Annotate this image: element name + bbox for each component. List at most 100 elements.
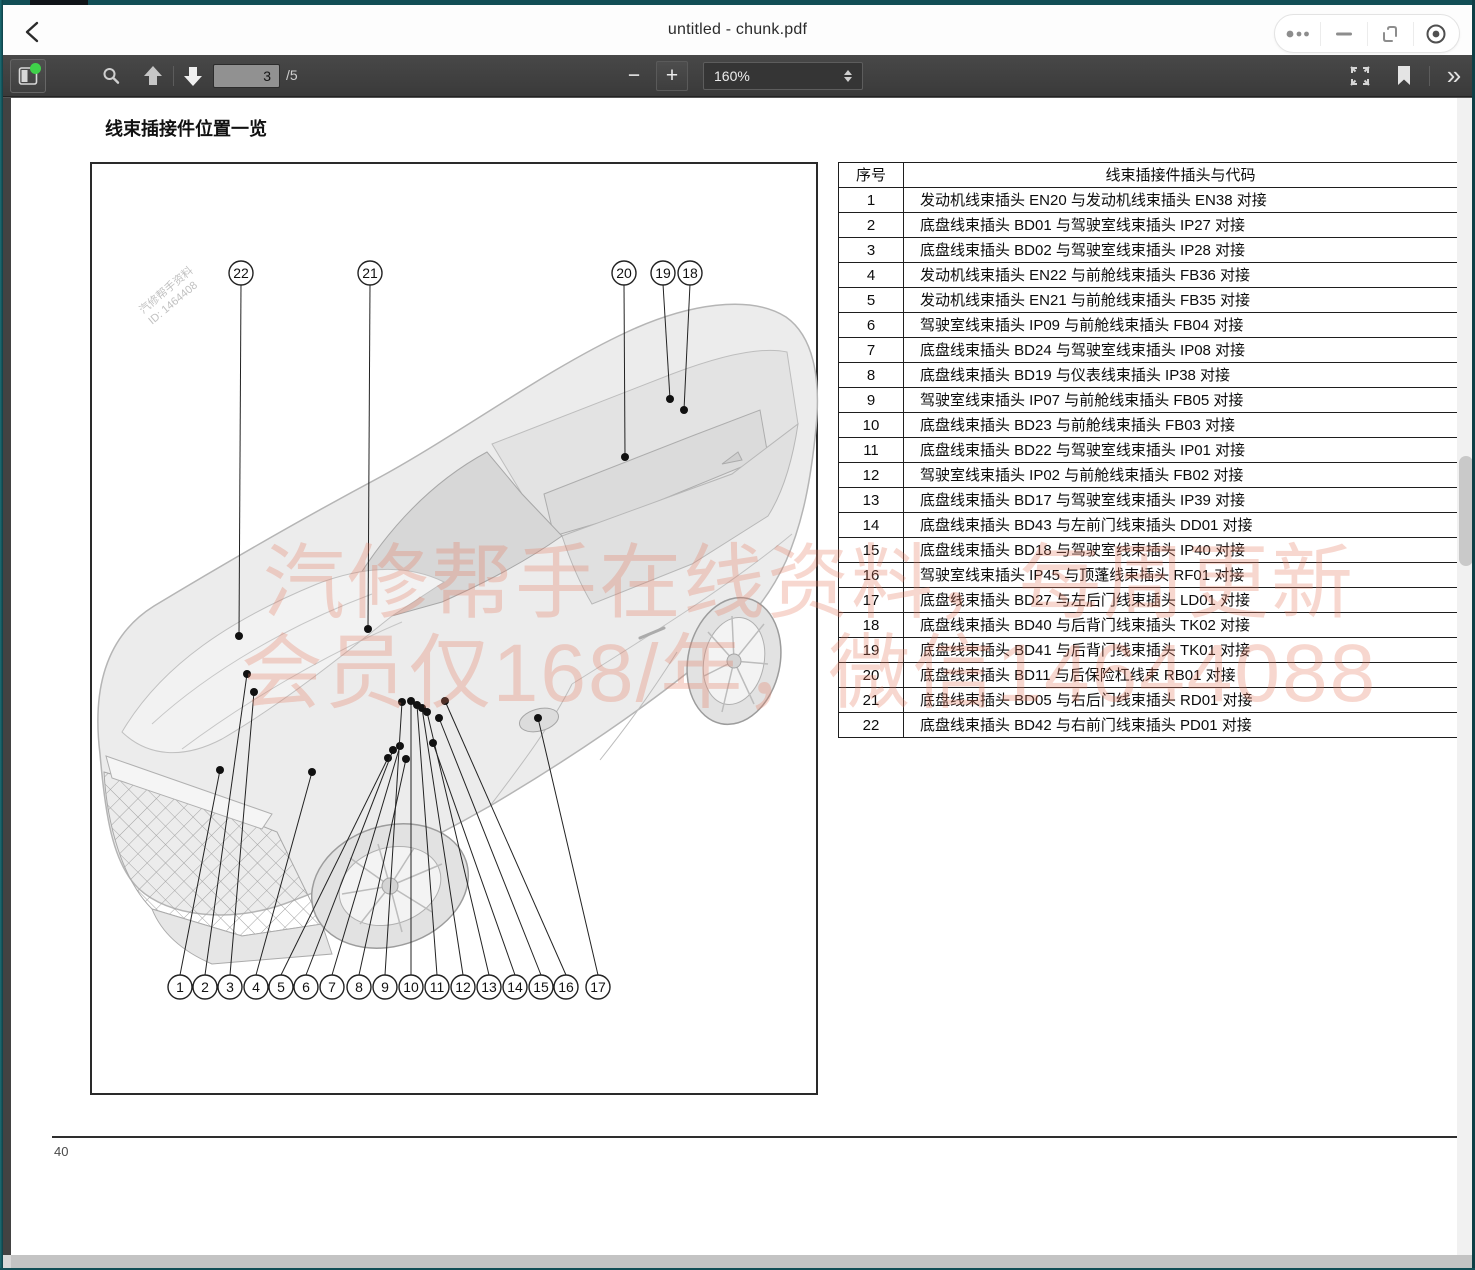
- row-description: 底盘线束插头 BD18 与驾驶室线束插头 IP40 对接: [904, 538, 1458, 563]
- column-header-desc: 线束插接件插头与代码: [904, 163, 1458, 188]
- callout-number: 17: [590, 979, 606, 995]
- callout-number: 20: [616, 265, 632, 281]
- row-seq: 5: [839, 288, 904, 313]
- row-description: 驾驶室线束插头 IP02 与前舱线束插头 FB02 对接: [904, 463, 1458, 488]
- table-row: 1发动机线束插头 EN20 与发动机线束插头 EN38 对接: [839, 188, 1458, 213]
- sidebar-notification-dot: [30, 63, 41, 74]
- row-description: 底盘线束插头 BD42 与右前门线束插头 PD01 对接: [904, 713, 1458, 738]
- application-window: untitled - chunk.pdf: [0, 0, 1475, 1270]
- row-description: 驾驶室线束插头 IP07 与前舱线束插头 FB05 对接: [904, 388, 1458, 413]
- row-description: 底盘线束插头 BD22 与驾驶室线束插头 IP01 对接: [904, 438, 1458, 463]
- callout-number: 9: [381, 979, 389, 995]
- callout-number: 11: [430, 979, 445, 995]
- footer-rule: [52, 1136, 1457, 1138]
- table-row: 2底盘线束插头 BD01 与驾驶室线束插头 IP27 对接: [839, 213, 1458, 238]
- row-description: 底盘线束插头 BD02 与驾驶室线束插头 IP28 对接: [904, 238, 1458, 263]
- next-page-button[interactable]: [179, 63, 207, 89]
- table-row: 5发动机线束插头 EN21 与前舱线束插头 FB35 对接: [839, 288, 1458, 313]
- row-description: 底盘线束插头 BD23 与前舱线束插头 FB03 对接: [904, 413, 1458, 438]
- window-border-left: [0, 0, 3, 1270]
- table-row: 11底盘线束插头 BD22 与驾驶室线束插头 IP01 对接: [839, 438, 1458, 463]
- arrow-down-icon: [183, 65, 203, 87]
- row-seq: 2: [839, 213, 904, 238]
- search-icon: [101, 66, 121, 86]
- find-button[interactable]: [98, 64, 124, 88]
- connector-point: [534, 714, 542, 722]
- table-row: 4发动机线束插头 EN22 与前舱线束插头 FB36 对接: [839, 263, 1458, 288]
- row-seq: 14: [839, 513, 904, 538]
- restore-icon: [1379, 23, 1401, 45]
- page-title: 线束插接件位置一览: [105, 115, 267, 141]
- row-seq: 6: [839, 313, 904, 338]
- target-icon: [1424, 22, 1448, 46]
- bookmark-icon: [1397, 66, 1411, 86]
- arrow-up-icon: [143, 65, 163, 87]
- connector-point: [441, 697, 449, 705]
- callout-number: 1: [176, 979, 184, 995]
- page-count-label: /5: [286, 67, 298, 83]
- table-row: 3底盘线束插头 BD02 与驾驶室线束插头 IP28 对接: [839, 238, 1458, 263]
- connector-point: [680, 406, 688, 414]
- ellipsis-icon: [1285, 29, 1311, 39]
- callout-number: 15: [533, 979, 549, 995]
- callout-number: 21: [362, 265, 378, 281]
- table-row: 6驾驶室线束插头 IP09 与前舱线束插头 FB04 对接: [839, 313, 1458, 338]
- table-row: 14底盘线束插头 BD43 与左前门线束插头 DD01 对接: [839, 513, 1458, 538]
- row-seq: 13: [839, 488, 904, 513]
- more-options-button[interactable]: [1275, 22, 1321, 46]
- callout-number: 14: [507, 979, 523, 995]
- row-seq: 7: [839, 338, 904, 363]
- page-number-input[interactable]: [213, 64, 280, 88]
- zoom-out-button[interactable]: −: [618, 61, 650, 91]
- restore-button[interactable]: [1368, 22, 1414, 46]
- row-description: 底盘线束插头 BD40 与后背门线束插头 TK02 对接: [904, 613, 1458, 638]
- row-description: 底盘线束插头 BD27 与左后门线束插头 LD01 对接: [904, 588, 1458, 613]
- pdf-page-number: 40: [54, 1144, 68, 1159]
- previous-page-button[interactable]: [139, 63, 167, 89]
- table-row: 9驾驶室线束插头 IP07 与前舱线束插头 FB05 对接: [839, 388, 1458, 413]
- table-row: 18底盘线束插头 BD40 与后背门线束插头 TK02 对接: [839, 613, 1458, 638]
- callout-number: 4: [252, 979, 260, 995]
- connector-point: [308, 768, 316, 776]
- zoom-level-value: 160%: [714, 68, 750, 84]
- row-seq: 16: [839, 563, 904, 588]
- row-seq: 4: [839, 263, 904, 288]
- focus-target-button[interactable]: [1414, 22, 1459, 46]
- callout-number: 8: [355, 979, 363, 995]
- connector-point: [243, 670, 251, 678]
- zoom-in-button[interactable]: +: [656, 61, 688, 91]
- connector-point: [398, 698, 406, 706]
- window-controls: [1274, 14, 1460, 53]
- sidebar-toggle-button[interactable]: [10, 59, 46, 93]
- fullscreen-button[interactable]: [1346, 63, 1374, 89]
- vertical-scrollbar-thumb[interactable]: [1459, 456, 1473, 566]
- row-description: 底盘线束插头 BD19 与仪表线束插头 IP38 对接: [904, 363, 1458, 388]
- row-seq: 9: [839, 388, 904, 413]
- zoom-level-select[interactable]: 160%: [703, 62, 863, 90]
- fullscreen-icon: [1349, 65, 1371, 87]
- more-tools-button[interactable]: »: [1439, 59, 1469, 91]
- row-seq: 20: [839, 663, 904, 688]
- connector-table: 序号 线束插接件插头与代码 1发动机线束插头 EN20 与发动机线束插头 EN3…: [838, 162, 1457, 738]
- horizontal-scrollbar[interactable]: [0, 1255, 1475, 1268]
- callout-number: 7: [328, 979, 336, 995]
- connector-point: [364, 625, 372, 633]
- table-row: 22底盘线束插头 BD42 与右前门线束插头 PD01 对接: [839, 713, 1458, 738]
- row-seq: 19: [839, 638, 904, 663]
- row-seq: 15: [839, 538, 904, 563]
- row-description: 底盘线束插头 BD24 与驾驶室线束插头 IP08 对接: [904, 338, 1458, 363]
- callout-number: 22: [233, 265, 249, 281]
- minimize-button[interactable]: [1321, 22, 1367, 46]
- table-row: 21底盘线束插头 BD05 与右后门线束插头 RD01 对接: [839, 688, 1458, 713]
- row-description: 底盘线束插头 BD17 与驾驶室线束插头 IP39 对接: [904, 488, 1458, 513]
- row-seq: 12: [839, 463, 904, 488]
- connector-point: [216, 766, 224, 774]
- table-row: 16驾驶室线束插头 IP45 与顶蓬线束插头 RF01 对接: [839, 563, 1458, 588]
- table-row: 19底盘线束插头 BD41 与后背门线束插头 TK01 对接: [839, 638, 1458, 663]
- callout-number: 6: [302, 979, 310, 995]
- bookmark-button[interactable]: [1391, 63, 1417, 89]
- connector-point: [389, 746, 397, 754]
- row-seq: 21: [839, 688, 904, 713]
- car-illustration: [98, 304, 818, 968]
- table-row: 20底盘线束插头 BD11 与后保险杠线束 RB01 对接: [839, 663, 1458, 688]
